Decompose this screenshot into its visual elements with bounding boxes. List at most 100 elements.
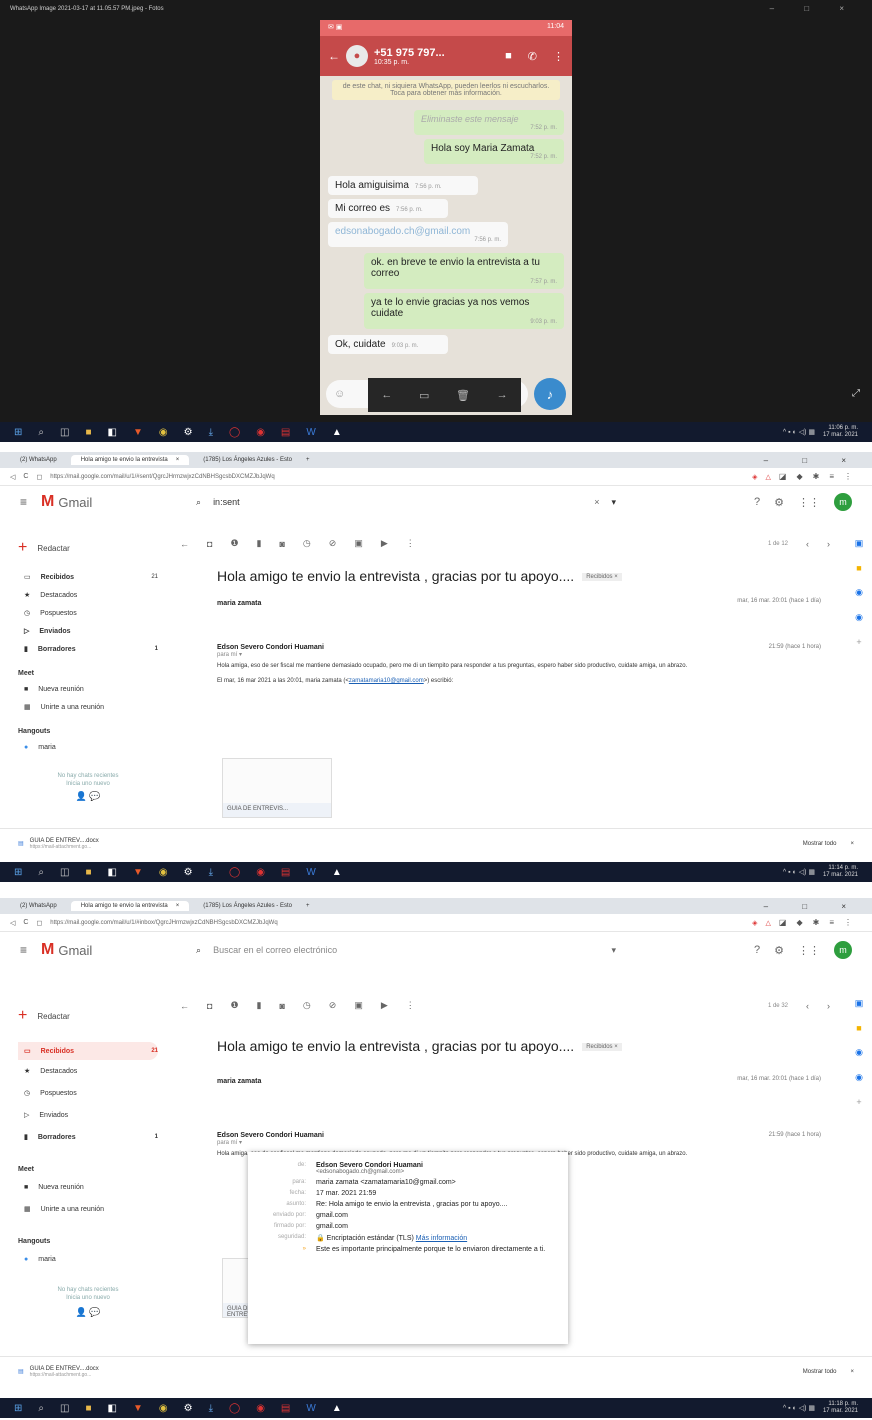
store-icon[interactable]: ◧	[108, 427, 117, 438]
back-icon[interactable]: ◁	[10, 919, 15, 927]
task-view-icon[interactable]: ◫	[60, 867, 69, 878]
move-icon[interactable]: ▣	[354, 538, 363, 549]
spam-icon[interactable]: ❶	[230, 1000, 238, 1011]
tab-whatsapp[interactable]: (2) WhatsApp	[10, 901, 67, 911]
folder-icon[interactable]: ■	[85, 867, 91, 878]
tab-youtube[interactable]: (1785) Los Ángeles Azules - Esto	[193, 901, 302, 911]
folder-icon[interactable]: ■	[85, 427, 91, 438]
previous-icon[interactable]: ←	[381, 389, 392, 401]
snooze-icon[interactable]: ◷	[303, 1000, 311, 1011]
window-controls[interactable]: – □ ×	[770, 4, 858, 13]
keep-icon[interactable]: ■	[856, 1023, 861, 1033]
close-icon[interactable]: ×	[176, 903, 180, 909]
recipient-dropdown[interactable]: para mí ▾	[217, 1139, 827, 1146]
window-controls[interactable]: – □ ×	[764, 902, 862, 911]
mic-button[interactable]: ♪	[534, 378, 566, 410]
collapsed-message[interactable]: maria zamata mar, 16 mar. 20:01 (hace 1 …	[187, 598, 827, 607]
photos-icon[interactable]: ▲	[332, 427, 342, 438]
tab-gmail[interactable]: Hola amigo te envio la entrevista ×	[70, 455, 190, 465]
delete-icon[interactable]: 🗑	[456, 389, 470, 402]
tab-youtube[interactable]: (1785) Los Ángeles Azules - Esto	[193, 455, 302, 465]
app-icon[interactable]: ◉	[256, 867, 265, 878]
menu-icon[interactable]: ≡	[20, 495, 27, 509]
sidebar-item-starred[interactable]: ★ Destacados	[18, 586, 158, 604]
snooze-icon[interactable]: ◷	[303, 538, 311, 549]
store-icon[interactable]: ◧	[108, 1403, 117, 1414]
chat-message[interactable]: Ok, cuidate 9:03 p. m.	[328, 335, 448, 354]
start-icon[interactable]: ⊞	[14, 427, 22, 438]
prev-mail-icon[interactable]: ‹	[806, 539, 809, 549]
more-info-link[interactable]: Más información	[416, 1235, 467, 1242]
search-bar[interactable]: ⌕ in:sent × ▾	[186, 491, 626, 513]
pdf-icon[interactable]: ▤	[281, 427, 290, 438]
search-options-icon[interactable]: ▾	[611, 497, 616, 508]
clock[interactable]: 11:14 p. m. 17 mar. 2021	[823, 865, 858, 879]
contact-name[interactable]: +51 975 797...	[374, 47, 489, 59]
spam-icon[interactable]: ❶	[230, 538, 238, 549]
apps-icon[interactable]: ⋮⋮	[798, 496, 820, 509]
chrome-icon[interactable]: ◉	[159, 427, 168, 438]
close-icon[interactable]: ×	[176, 457, 180, 463]
chrome-icon[interactable]: ◉	[159, 867, 168, 878]
collapsed-message[interactable]: maria zamata mar, 16 mar. 20:01 (hace 1 …	[187, 1076, 827, 1085]
recipient-dropdown[interactable]: para mí ▾	[217, 651, 827, 658]
download-icon[interactable]: ⤓	[209, 1403, 213, 1414]
back-icon[interactable]: ◁	[10, 473, 15, 481]
tab-gmail[interactable]: Hola amigo te envio la entrevista ×	[70, 901, 190, 911]
url-field[interactable]: https://mail.google.com/mail/u/1/#inbox/…	[50, 920, 744, 926]
bookmark-icon[interactable]: ◻	[36, 473, 42, 481]
url-field[interactable]: https://mail.google.com/mail/u/1/#sent/Q…	[50, 474, 744, 480]
photos-icon[interactable]: ▲	[332, 867, 342, 878]
tab-whatsapp[interactable]: (2) WhatsApp	[10, 455, 67, 465]
brave-shield-icon[interactable]: ◈	[752, 473, 757, 481]
help-icon[interactable]: ?	[754, 944, 760, 956]
search-input[interactable]: Buscar en el correo electrónico	[213, 945, 337, 955]
opera-icon[interactable]: ◯	[229, 1403, 240, 1414]
archive-icon[interactable]: ◘	[207, 1001, 212, 1011]
search-icon[interactable]: ⌕	[38, 867, 44, 878]
search-icon[interactable]: ⌕	[38, 1403, 44, 1414]
search-icon[interactable]: ⌕	[196, 945, 201, 956]
photos-icon[interactable]: ▲	[332, 1403, 342, 1414]
more-icon[interactable]: ⋮	[406, 538, 415, 549]
add-task-icon[interactable]: ⊘	[329, 1000, 337, 1011]
show-all-button[interactable]: Mostrar todo	[803, 841, 837, 847]
start-icon[interactable]: ⊞	[14, 867, 22, 878]
download-item[interactable]: ▤ GUIA DE ENTREV....docx https://mail-att…	[18, 1366, 99, 1378]
reload-icon[interactable]: C	[23, 919, 28, 926]
settings-icon[interactable]: ⚙	[184, 1403, 193, 1414]
hangouts-contact[interactable]: ● maria	[18, 738, 158, 756]
sidebar-item-inbox[interactable]: ▭ Recibidos 21	[18, 568, 158, 586]
keep-icon[interactable]: ■	[856, 563, 861, 573]
back-arrow-icon[interactable]: ←	[180, 1001, 189, 1011]
apps-icon[interactable]: ⋮⋮	[798, 944, 820, 957]
next-mail-icon[interactable]: ›	[827, 539, 830, 549]
show-all-button[interactable]: Mostrar todo	[803, 1369, 837, 1375]
task-view-icon[interactable]: ◫	[60, 1403, 69, 1414]
next-mail-icon[interactable]: ›	[827, 1001, 830, 1011]
new-tab-icon[interactable]: +	[306, 457, 310, 463]
app-icon[interactable]: ◉	[256, 1403, 265, 1414]
emoji-icon[interactable]: ☺	[334, 388, 345, 400]
chat-message[interactable]: Mi correo es 7:56 p. m.	[328, 199, 448, 218]
clear-search-icon[interactable]: ×	[594, 497, 599, 507]
label-icon[interactable]: ▶	[381, 1000, 388, 1011]
label-icon[interactable]: ▶	[381, 538, 388, 549]
sidebar-item-drafts[interactable]: ▮ Borradores 1	[18, 640, 158, 658]
avatar[interactable]: ●	[346, 45, 368, 67]
clock[interactable]: 11:06 p. m. 17 mar. 2021	[823, 425, 858, 439]
brave-icon[interactable]: ▼	[133, 427, 143, 438]
sidebar-item-sent[interactable]: ▷ Enviados	[18, 622, 158, 640]
hangouts-footer-icons[interactable]: 👤 💬	[18, 792, 158, 801]
sidebar-item-inbox[interactable]: ▭ Recibidos 21	[18, 1042, 158, 1060]
start-icon[interactable]: ⊞	[14, 1403, 22, 1414]
settings-icon[interactable]: ⚙	[774, 944, 784, 957]
avatar[interactable]: m	[834, 941, 852, 959]
sidebar-item-starred[interactable]: ★ Destacados	[18, 1060, 158, 1082]
archive-icon[interactable]: ◘	[207, 539, 212, 549]
chrome-icon[interactable]: ◉	[159, 1403, 168, 1414]
help-icon[interactable]: ?	[754, 496, 760, 508]
window-controls[interactable]: – □ ×	[764, 456, 862, 465]
brave-icon[interactable]: ▼	[133, 867, 143, 878]
rewards-icon[interactable]: △	[766, 473, 771, 481]
